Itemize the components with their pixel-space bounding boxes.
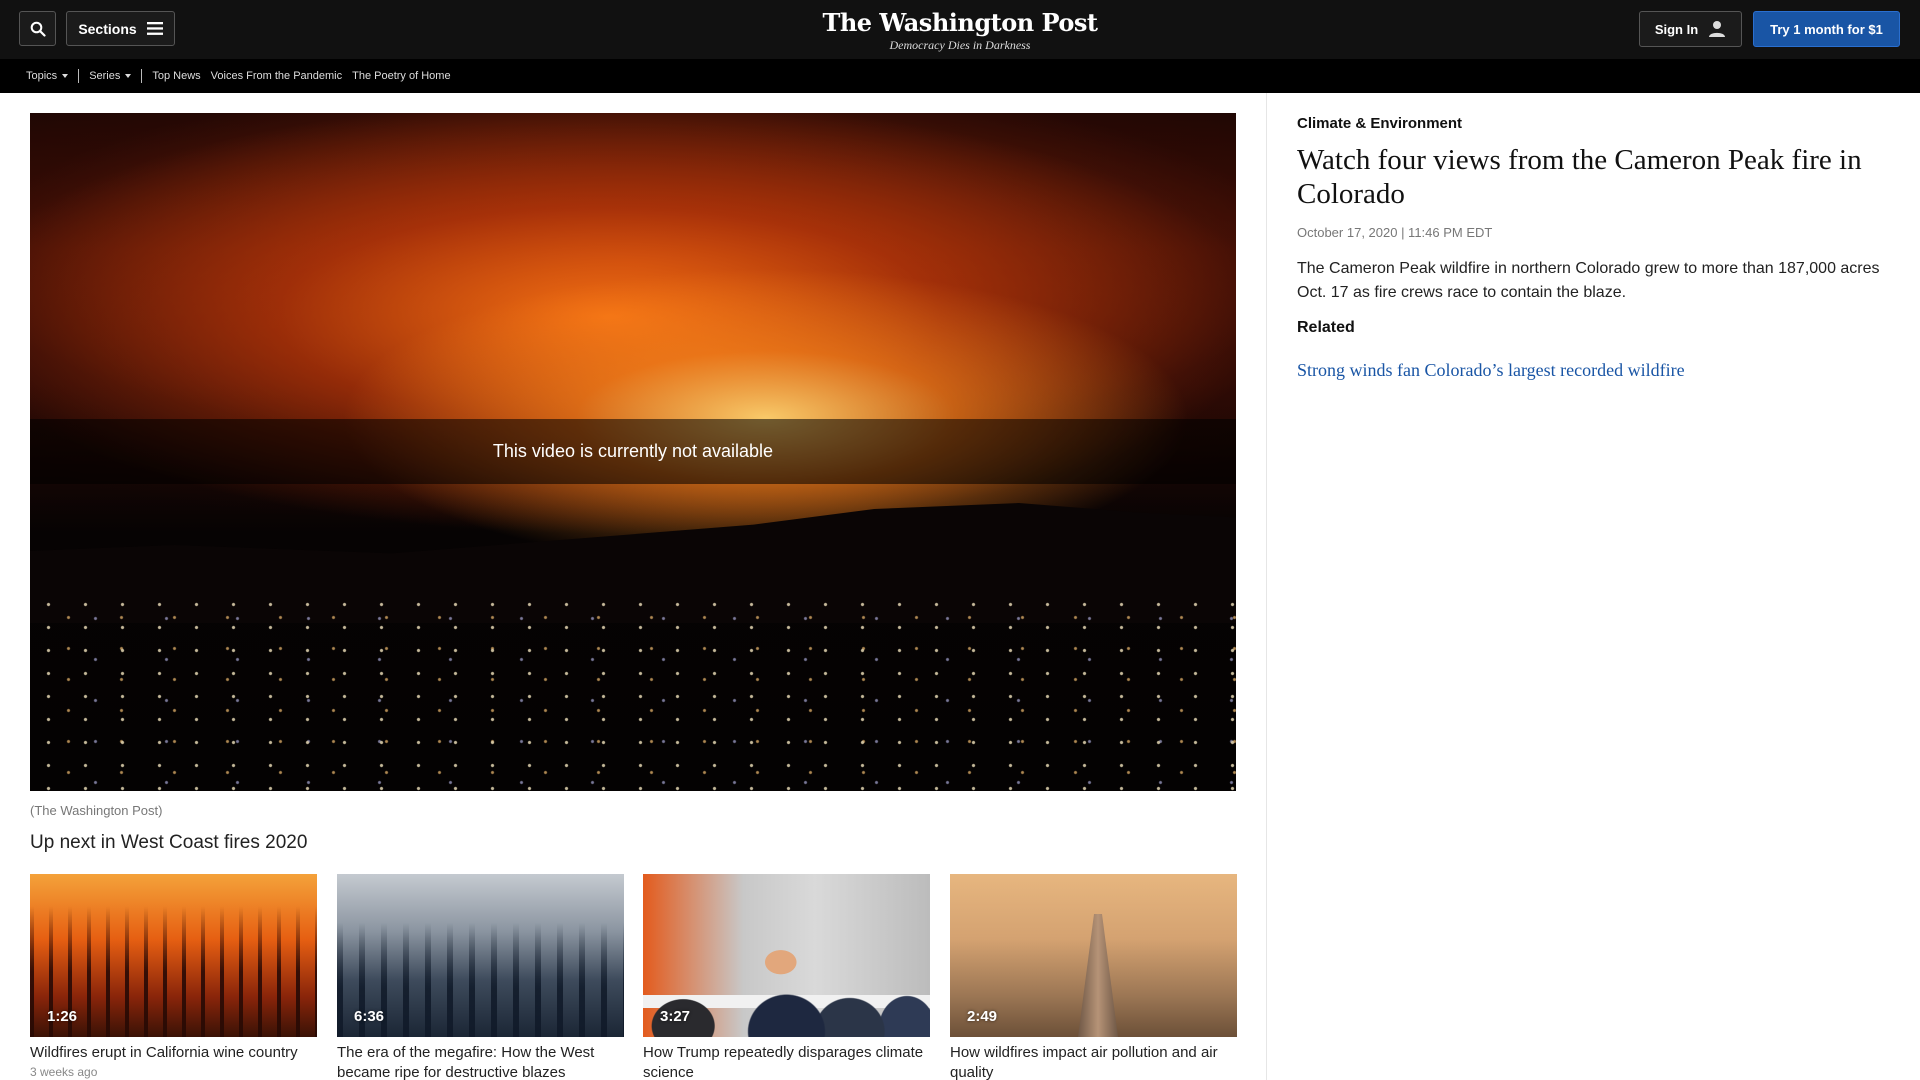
video-duration: 6:36 [354, 1008, 385, 1025]
related-article-link[interactable]: Strong winds fan Colorado’s largest reco… [1297, 360, 1685, 381]
nav-link-voices-pandemic[interactable]: Voices From the Pandemic [211, 68, 352, 84]
top-header: Sections The Washington Post Democracy D… [0, 0, 1920, 59]
video-thumbnail[interactable]: 1:26 [30, 874, 317, 1037]
video-duration: 1:26 [47, 1008, 78, 1025]
video-card-timestamp: 3 weeks ago [30, 1065, 98, 1079]
sections-label: Sections [78, 20, 137, 37]
logo-tagline: Democracy Dies in Darkness [889, 38, 1031, 52]
article-dateline: October 17, 2020 | 11:46 PM EDT [1297, 225, 1493, 240]
up-next-heading: Up next in West Coast fires 2020 [30, 832, 308, 853]
video-credit: (The Washington Post) [30, 803, 163, 818]
video-card[interactable]: 6:36 The era of the megafire: How the We… [337, 874, 624, 1080]
video-unavailable-overlay: This video is currently not available [30, 419, 1236, 484]
video-thumbnail[interactable]: 2:49 [950, 874, 1237, 1037]
video-poster-town-lights [30, 593, 1236, 791]
nav-link-top-news[interactable]: Top News [142, 68, 210, 84]
article-blurb: The Cameron Peak wildfire in northern Co… [1297, 260, 1880, 301]
user-icon [1709, 21, 1726, 37]
series-label: Series [89, 70, 121, 82]
nav-link-poetry-home[interactable]: The Poetry of Home [352, 68, 460, 84]
search-button[interactable] [19, 11, 56, 46]
video-card-title[interactable]: How Trump repeatedly disparages climate … [643, 1043, 930, 1080]
video-card[interactable]: 1:26 Wildfires erupt in California wine … [30, 874, 317, 1079]
video-card[interactable]: 2:49 How wildfires impact air pollution … [950, 874, 1237, 1080]
sections-button[interactable]: Sections [66, 11, 175, 46]
caret-down-icon [62, 74, 69, 78]
related-heading: Related [1297, 319, 1355, 336]
video-unavailable-message: This video is currently not available [492, 441, 774, 461]
caret-down-icon [125, 74, 132, 78]
video-duration: 3:27 [660, 1008, 691, 1025]
logo-wordmark: The Washington Post [822, 8, 1098, 37]
video-card-title[interactable]: Wildfires erupt in California wine count… [30, 1043, 317, 1063]
series-dropdown[interactable]: Series [79, 68, 141, 84]
article-headline: Watch four views from the Cameron Peak f… [1297, 144, 1862, 210]
sign-in-label: Sign In [1654, 21, 1699, 37]
video-card-title[interactable]: How wildfires impact air pollution and a… [950, 1043, 1237, 1080]
thumbnail-art [1078, 914, 1118, 1037]
site-logo[interactable]: The Washington Post Democracy Dies in Da… [760, 8, 1160, 53]
video-card-title[interactable]: The era of the megafire: How the West be… [337, 1043, 624, 1080]
sign-in-button[interactable]: Sign In [1639, 11, 1742, 47]
topics-label: Topics [26, 70, 58, 82]
video-card[interactable]: 3:27 How Trump repeatedly disparages cli… [643, 874, 930, 1080]
topics-dropdown[interactable]: Topics [26, 68, 78, 84]
search-icon [30, 21, 46, 37]
sub-navigation: Topics Series Top News Voices From the P… [0, 59, 1920, 93]
column-divider [1266, 93, 1267, 1080]
video-thumbnail[interactable]: 6:36 [337, 874, 624, 1037]
hamburger-icon [146, 22, 163, 35]
section-kicker[interactable]: Climate & Environment [1297, 115, 1462, 132]
video-player[interactable]: This video is currently not available [30, 113, 1236, 791]
video-duration: 2:49 [967, 1008, 998, 1025]
subscribe-button[interactable]: Try 1 month for $1 [1753, 11, 1900, 47]
video-thumbnail[interactable]: 3:27 [643, 874, 930, 1037]
